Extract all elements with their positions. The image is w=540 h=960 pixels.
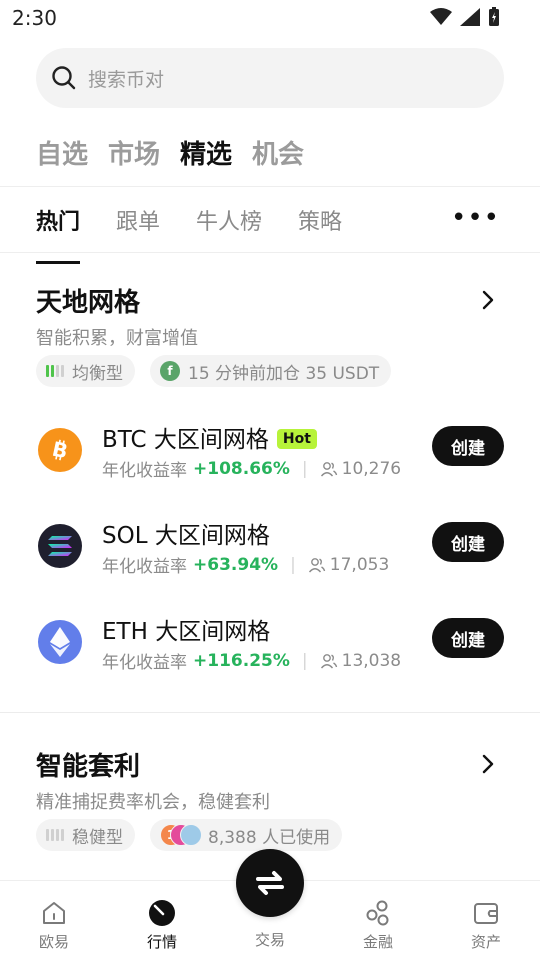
wifi-icon [430,8,452,25]
divider [0,252,540,253]
tab-featured[interactable]: 精选 [180,134,232,171]
strategy-name: ETH 大区间网格 [102,619,271,645]
user-count: 13,038 [341,650,402,671]
strategy-meta: 年化收益率 +116.25% | 13,038 [102,650,402,674]
strategy-meta: 年化收益率 +108.66% | 10,276 [102,458,402,482]
ethereum-icon [38,620,82,664]
subtab-top-traders[interactable]: 牛人榜 [196,204,262,250]
search-input[interactable]: 搜索币对 [88,65,164,92]
list-item[interactable]: B BTC 大区间网格 Hot 年化收益率 +108.66% | 10,276 创建 [36,422,504,494]
hot-badge: Hot [276,429,317,449]
create-button[interactable]: 创建 [432,426,504,466]
list-item[interactable]: SOL 大区间网格 年化收益率 +63.94% | 17,053 创建 [36,518,504,590]
usage-chip: 1 8,388 人已使用 [150,819,343,851]
section-title-arbitrage[interactable]: 智能套利 [36,746,140,783]
bitcoin-icon: B [38,428,82,472]
wallet-icon [474,903,498,924]
risk-level-chip: 均衡型 [36,355,135,387]
activity-text: 15 分钟前加仓 35 USDT [188,363,380,384]
activity-chip: f 15 分钟前加仓 35 USDT [150,355,392,387]
market-gauge-icon [149,900,175,926]
users-icon [320,653,337,668]
nav-assets[interactable]: 资产 [446,899,526,952]
nav-finance[interactable]: 金融 [338,899,418,952]
risk-level-chip: 稳健型 [36,819,135,851]
trade-button[interactable] [236,849,304,917]
chevron-right-icon[interactable] [476,752,500,776]
divider [0,186,540,187]
search-bar[interactable]: 搜索币对 [36,48,504,108]
risk-level-label: 稳健型 [72,827,123,848]
home-icon [43,902,65,924]
create-button[interactable]: 创建 [432,618,504,658]
strategy-name: SOL 大区间网格 [102,523,270,549]
risk-level-label: 均衡型 [72,363,123,384]
user-count: 17,053 [329,554,390,575]
users-icon [320,461,337,476]
signal-icon [460,8,480,26]
sub-tabs: 热门 跟单 牛人榜 策略 [36,204,342,264]
create-button[interactable]: 创建 [432,522,504,562]
nav-trade-label[interactable]: 交易 [230,929,310,950]
status-icons [430,7,500,27]
user-count: 10,276 [341,458,402,479]
tab-market[interactable]: 市场 [108,134,160,171]
solana-icon [38,524,82,568]
users-icon [308,557,325,572]
status-bar: 2:30 [0,0,540,36]
nav-market[interactable]: 行情 [122,899,202,952]
finance-icon [366,900,389,926]
subtab-strategies[interactable]: 策略 [298,204,342,250]
tab-watchlist[interactable]: 自选 [36,134,88,171]
annual-yield: +116.25% [193,650,290,671]
battery-icon [489,7,499,26]
annual-yield: +108.66% [193,458,290,479]
user-avatar-icon: f [160,361,180,381]
status-time: 2:30 [12,6,57,30]
strategy-meta: 年化收益率 +63.94% | 17,053 [102,554,390,578]
swap-icon [256,871,284,895]
subtab-copy-trading[interactable]: 跟单 [116,204,160,250]
chevron-right-icon[interactable] [476,288,500,312]
more-icon[interactable]: ••• [451,205,500,231]
section-subtitle: 智能积累，财富增值 [36,328,198,349]
subtab-hot[interactable]: 热门 [36,204,81,264]
tab-opportunities[interactable]: 机会 [252,134,304,171]
risk-level-icon [46,365,64,377]
nav-home[interactable]: 欧易 [14,899,94,952]
section-title-grid[interactable]: 天地网格 [36,282,140,319]
section-subtitle: 精准捕捉费率机会，稳健套利 [36,792,270,813]
list-item[interactable]: ETH 大区间网格 年化收益率 +116.25% | 13,038 创建 [36,614,504,686]
search-icon [52,66,76,90]
main-tabs: 自选 市场 精选 机会 [36,134,304,171]
usage-text: 8,388 人已使用 [208,827,331,848]
avatar-stack-icon: 1 [160,824,202,846]
strategy-name: BTC 大区间网格 Hot [102,420,317,454]
section-divider [0,712,540,713]
annual-yield: +63.94% [193,554,279,575]
risk-level-icon [46,829,64,841]
